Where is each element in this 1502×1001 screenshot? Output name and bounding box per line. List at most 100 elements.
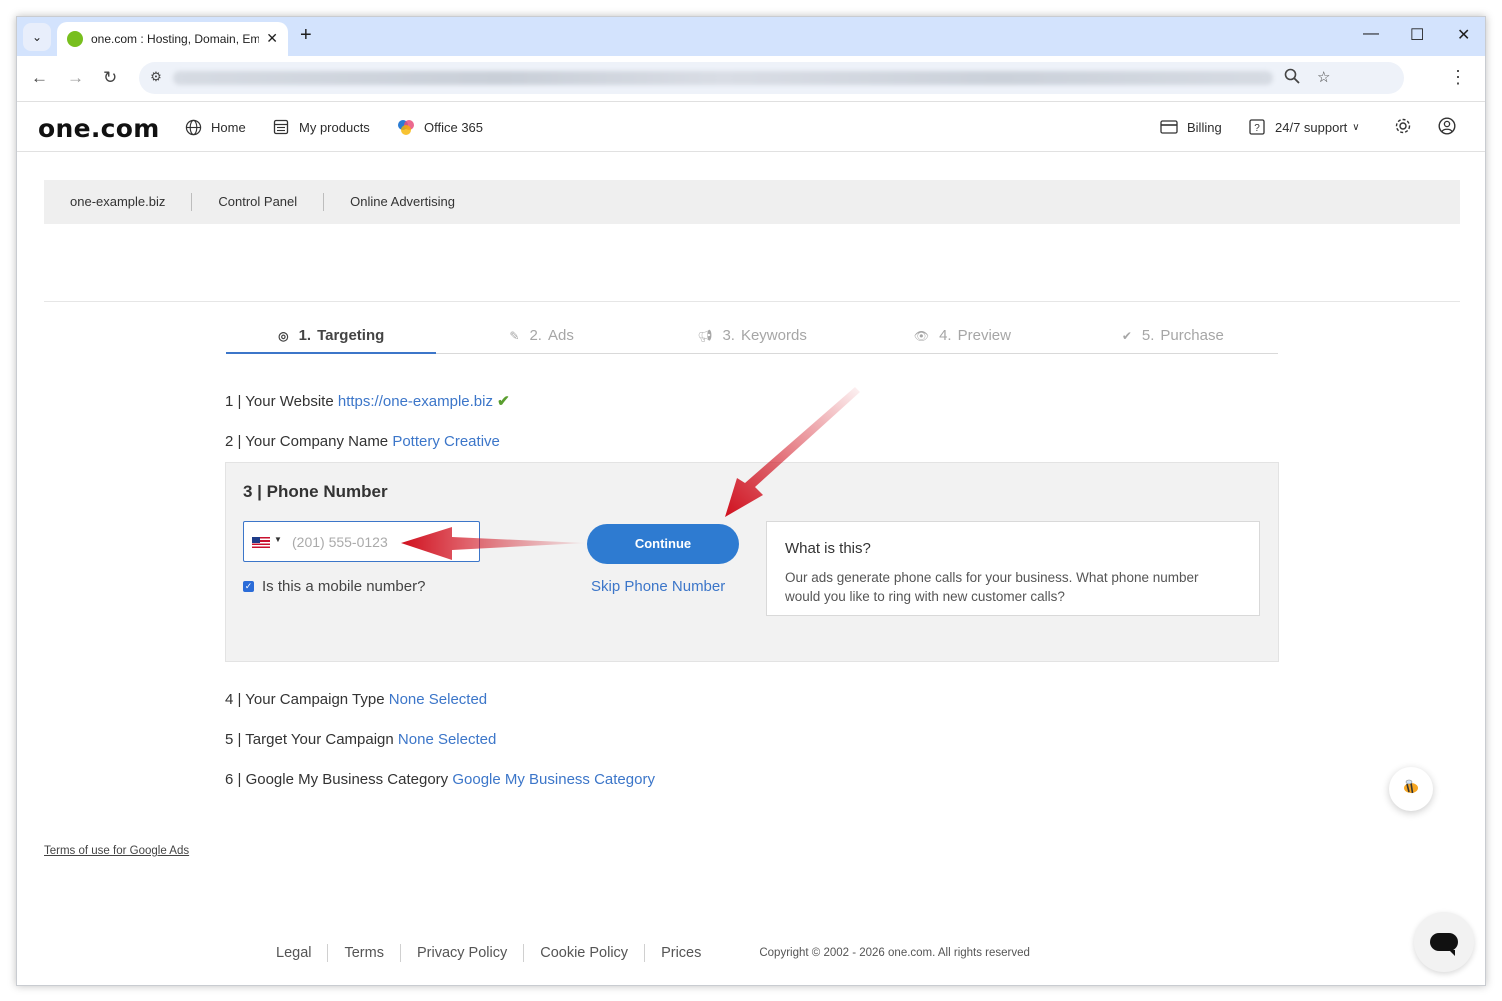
footer-cookie-link[interactable]: Cookie Policy [524, 944, 646, 962]
office-365-icon [397, 118, 415, 136]
info-title: What is this? [785, 540, 871, 557]
step-purchase[interactable]: ✔ 5. Purchase [1068, 327, 1278, 353]
step-number: 2. [529, 327, 542, 344]
tab-title: one.com : Hosting, Domain, Em [91, 32, 259, 46]
copyright-text: Copyright © 2002 - 2026 one.com. All rig… [759, 947, 1030, 959]
google-ads-terms-link[interactable]: Terms of use for Google Ads [44, 845, 189, 857]
footer-prices-link[interactable]: Prices [645, 944, 717, 962]
footer-privacy-link[interactable]: Privacy Policy [401, 944, 525, 962]
wizard-steps: ◎ 1. Targeting ✎ 2. Ads 📢︎ 3. Keywords 👁︎ 4. Pre… [226, 327, 1278, 354]
nav-office-365[interactable]: Office 365 [397, 118, 483, 136]
tab-close-icon[interactable]: ✕ [266, 30, 278, 47]
minimize-icon[interactable]: — [1363, 25, 1379, 43]
eye-icon: 👁︎ [913, 329, 930, 343]
breadcrumb-control-panel[interactable]: Control Panel [192, 193, 325, 211]
footer-links: Legal Terms Privacy Policy Cookie Policy… [260, 944, 717, 962]
target-icon: ◎ [278, 329, 289, 343]
site-footer: Legal Terms Privacy Policy Cookie Policy… [17, 944, 1485, 962]
breadcrumb-online-advertising[interactable]: Online Advertising [324, 193, 481, 211]
nav-billing[interactable]: Billing [1160, 118, 1222, 136]
megaphone-icon: 📢︎ [697, 329, 713, 343]
target-campaign-label: 5 | Target Your Campaign [225, 731, 394, 748]
gmb-category-label: 6 | Google My Business Category [225, 771, 449, 788]
pencil-icon: ✎ [509, 329, 520, 343]
bookmark-star-icon[interactable]: ☆ [1317, 68, 1330, 86]
website-link[interactable]: https://one-example.biz [338, 393, 493, 410]
step-number: 1. [298, 327, 312, 344]
breadcrumb-domain[interactable]: one-example.biz [44, 193, 193, 211]
nav-support[interactable]: ? 24/7 support ∨ [1248, 118, 1360, 136]
zoom-icon[interactable] [1284, 68, 1300, 88]
window-close-icon[interactable]: ✕ [1457, 25, 1470, 45]
settings-button[interactable] [1394, 117, 1421, 135]
mobile-checkbox-row[interactable]: ✓ Is this a mobile number? [243, 578, 425, 595]
browser-menu-icon[interactable]: ⋮ [1449, 67, 1467, 88]
step-keywords[interactable]: 📢︎ 3. Keywords [647, 327, 857, 353]
reload-icon[interactable]: ↻ [103, 68, 117, 88]
us-flag-icon[interactable] [252, 537, 270, 548]
info-body: Our ads generate phone calls for your bu… [785, 570, 1199, 604]
nav-home[interactable]: Home [184, 118, 246, 136]
footer-legal-link[interactable]: Legal [260, 944, 329, 962]
footer-terms-link[interactable]: Terms [328, 944, 401, 962]
phone-placeholder: (201) 555-0123 [292, 534, 388, 550]
svg-text:?: ? [1254, 123, 1260, 134]
gear-icon [1394, 117, 1412, 135]
site-logo[interactable]: one.com [38, 114, 160, 143]
nav-my-products[interactable]: My products [272, 118, 370, 136]
step-label: Purchase [1160, 327, 1224, 344]
company-link[interactable]: Pottery Creative [392, 433, 500, 450]
continue-button[interactable]: Continue [587, 524, 739, 564]
company-row: 2 | Your Company Name Pottery Creative [225, 433, 500, 450]
campaign-type-row: 4 | Your Campaign Type None Selected [225, 691, 487, 708]
products-list-icon [272, 118, 290, 136]
gmb-category-link[interactable]: Google My Business Category [452, 771, 655, 788]
company-label: 2 | Your Company Name [225, 433, 389, 450]
back-icon[interactable]: ← [31, 68, 48, 88]
step-label: Preview [957, 327, 1011, 344]
credit-card-icon [1160, 118, 1178, 136]
step-number: 5. [1141, 327, 1155, 344]
breadcrumb: one-example.biz Control Panel Online Adv… [44, 180, 1460, 224]
check-circle-icon: ✔ [1121, 329, 1132, 343]
phone-input[interactable]: ▼ (201) 555-0123 [243, 521, 480, 562]
browser-tab[interactable]: one.com : Hosting, Domain, Em ✕ [57, 22, 288, 56]
skip-phone-link[interactable]: Skip Phone Number [591, 578, 725, 595]
divider [44, 301, 1460, 302]
tab-search-dropdown-icon[interactable]: ⌄ [23, 23, 51, 51]
website-label: 1 | Your Website [225, 393, 334, 410]
new-tab-button[interactable]: + [300, 25, 312, 45]
user-circle-icon [1438, 117, 1456, 135]
tab-strip: ⌄ one.com : Hosting, Domain, Em ✕ + — ☐ … [17, 17, 1485, 56]
question-icon: ? [1248, 118, 1266, 136]
country-dropdown-icon[interactable]: ▼ [274, 535, 282, 544]
chat-button[interactable] [1414, 912, 1474, 972]
step-targeting[interactable]: ◎ 1. Targeting [226, 327, 437, 354]
address-bar[interactable]: ⚙ ☆ [139, 62, 1404, 94]
step-label: Targeting [317, 327, 385, 344]
forward-icon[interactable]: → [67, 68, 84, 88]
account-button[interactable] [1438, 117, 1465, 135]
site-settings-icon[interactable]: ⚙ [147, 69, 165, 87]
nav-billing-label: Billing [1187, 119, 1222, 135]
target-campaign-row: 5 | Target Your Campaign None Selected [225, 731, 496, 748]
browser-window: ⌄ one.com : Hosting, Domain, Em ✕ + — ☐ … [16, 16, 1486, 986]
chevron-down-icon: ∨ [1352, 121, 1360, 133]
campaign-type-link[interactable]: None Selected [389, 691, 487, 708]
helper-button[interactable] [1389, 767, 1433, 811]
step-preview[interactable]: 👁︎ 4. Preview [857, 327, 1067, 353]
favicon-icon [67, 31, 83, 47]
mobile-checkbox[interactable]: ✓ [243, 581, 254, 592]
target-campaign-link[interactable]: None Selected [398, 731, 496, 748]
step-ads[interactable]: ✎ 2. Ads [436, 327, 646, 353]
nav-office-365-label: Office 365 [424, 119, 484, 135]
step-label: Ads [547, 327, 574, 344]
maximize-icon[interactable]: ☐ [1410, 25, 1424, 45]
mobile-label: Is this a mobile number? [262, 578, 426, 595]
step-number: 4. [939, 327, 952, 344]
checkmark-icon: ✔ [497, 393, 510, 410]
nav-home-label: Home [211, 119, 246, 135]
site-header: one.com Home My products Office 365 Bill… [17, 102, 1485, 152]
url-text-blurred [173, 71, 1273, 85]
step-number: 3. [722, 327, 735, 344]
